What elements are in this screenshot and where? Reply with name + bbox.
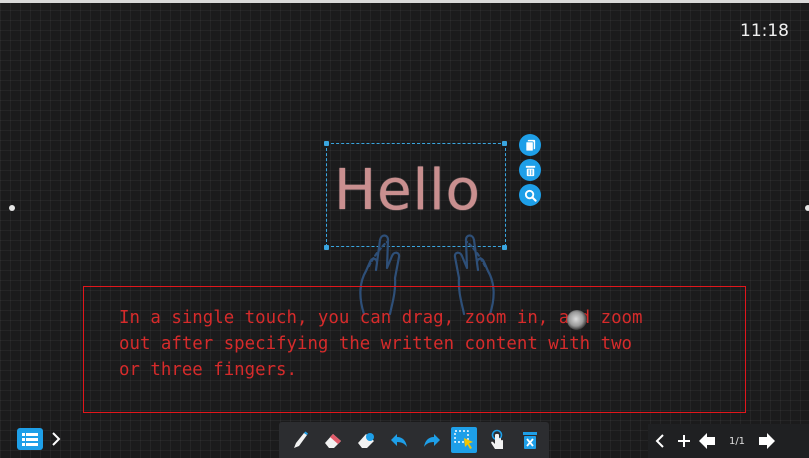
undo-button[interactable]: [382, 425, 415, 455]
chevron-left-icon: [655, 434, 664, 448]
next-page-button[interactable]: [754, 426, 780, 456]
select-icon: [454, 430, 473, 449]
eraser-icon: [324, 434, 341, 448]
menu-button[interactable]: [17, 428, 43, 450]
page-indicator[interactable]: 1/1: [720, 436, 754, 447]
caption-line: or three fingers.: [119, 360, 297, 380]
selection-handle[interactable]: [502, 245, 507, 250]
page-navigator: 1/1: [648, 424, 809, 458]
caption-line: out after specifying the written content…: [119, 334, 633, 354]
pen-icon: [293, 431, 308, 448]
delete-button[interactable]: [519, 159, 541, 181]
pen-tool-button[interactable]: [283, 425, 316, 455]
plus-icon: [678, 435, 690, 447]
clear-icon: [522, 432, 537, 449]
add-page-button[interactable]: [674, 426, 694, 456]
undo-icon: [390, 434, 407, 447]
left-edge-handle[interactable]: [9, 205, 15, 211]
select-tool-button[interactable]: [451, 427, 477, 453]
menu-list-icon: [22, 433, 38, 446]
copy-icon: [524, 139, 535, 152]
instruction-caption: In a single touch, you can drag, zoom in…: [119, 305, 739, 383]
touch-roam-icon: [490, 429, 503, 449]
zoom-button[interactable]: [519, 184, 541, 206]
touch-roam-button[interactable]: [480, 425, 513, 455]
top-frame-edge: [0, 0, 809, 3]
selection-handle[interactable]: [502, 141, 507, 146]
right-edge-handle[interactable]: [805, 205, 809, 211]
delete-icon: [525, 165, 535, 176]
selection-handle[interactable]: [324, 141, 329, 146]
caption-line: In a single touch, you can drag, zoom in…: [119, 308, 643, 328]
eraser-tool-button[interactable]: [316, 425, 349, 455]
arrow-left-icon: [699, 433, 715, 449]
selection-handle[interactable]: [324, 245, 329, 250]
previous-page-button[interactable]: [648, 426, 674, 456]
redo-button[interactable]: [415, 425, 448, 455]
copy-button[interactable]: [519, 134, 541, 156]
touch-point-indicator: [567, 310, 587, 330]
chevron-right-icon: [52, 432, 61, 446]
selected-handwriting[interactable]: Hello: [334, 158, 481, 223]
arrow-right-icon: [759, 433, 775, 449]
zoom-icon: [524, 189, 537, 202]
expand-button[interactable]: [47, 428, 65, 450]
first-page-button[interactable]: [694, 426, 720, 456]
drawing-toolbar: [279, 422, 549, 458]
clear-page-button[interactable]: [513, 425, 546, 455]
area-eraser-button[interactable]: [349, 425, 382, 455]
clock: 11:18: [740, 21, 789, 41]
redo-icon: [423, 434, 440, 447]
erase-area-icon: [357, 433, 374, 448]
